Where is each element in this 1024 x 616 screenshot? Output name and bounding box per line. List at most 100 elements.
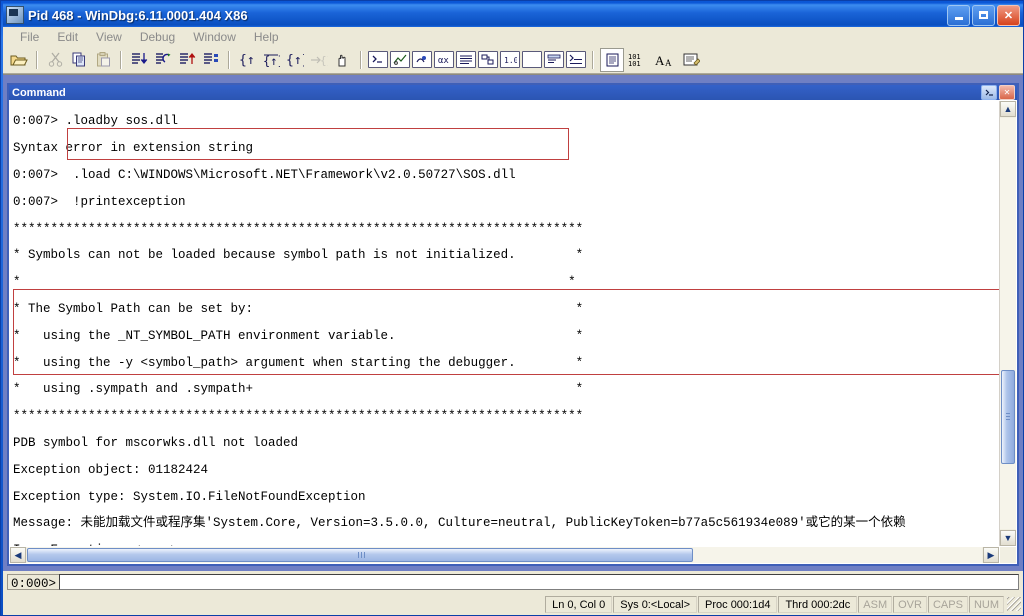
paste-icon[interactable]	[92, 49, 114, 71]
console-line: Message: 未能加载文件或程序集'System.Core, Version…	[13, 516, 906, 531]
go-unhandled-icon[interactable]: {↑}	[284, 49, 306, 71]
menu-item-file[interactable]: File	[11, 29, 48, 45]
console-vertical-scrollbar[interactable]: ▲ ▼	[999, 101, 1016, 546]
scroll-up-button[interactable]: ▲	[1000, 101, 1016, 117]
go-icon[interactable]: {↑}	[236, 49, 258, 71]
menu-label-file: File	[20, 29, 40, 44]
svg-text:{↑}: {↑}	[286, 53, 304, 67]
command-close-button[interactable]: ✕	[999, 85, 1015, 100]
status-asm-indicator: ASM	[858, 595, 893, 613]
status-system: Sys 0:<Local>	[613, 595, 698, 613]
svg-text:101: 101	[628, 60, 641, 68]
console-horizontal-scrollbar[interactable]: ◀ ▶	[10, 547, 999, 563]
status-position: Ln 0, Col 0	[545, 595, 613, 613]
svg-text:1.0: 1.0	[504, 56, 517, 65]
svg-text:αx: αx	[438, 56, 449, 65]
windbg-window: Pid 468 - WinDbg:6.11.0001.404 X86 ✕ Fil…	[0, 0, 1024, 616]
disassembly-icon[interactable]: 1.0	[500, 51, 520, 68]
console-line: Exception object: 01182424	[13, 462, 209, 477]
memory-window-icon[interactable]	[456, 51, 476, 68]
console-line: * using the -y <symbol_path> argument wh…	[13, 355, 584, 370]
call-stack-icon[interactable]	[478, 51, 498, 68]
vertical-scroll-track[interactable]	[1000, 118, 1016, 529]
restart-icon[interactable]: {}	[308, 49, 330, 71]
numbers-101-icon[interactable]: 101 101	[626, 49, 652, 71]
console-line: InnerException: <none>	[13, 543, 999, 546]
menu-label-debug: Debug	[139, 29, 176, 44]
command-prompt-bar: 0:000>	[3, 571, 1023, 593]
locals-window-icon[interactable]	[412, 51, 432, 68]
run-to-cursor-icon[interactable]	[200, 49, 222, 71]
console-line: 0:007> !printexception	[13, 194, 186, 209]
status-thread: Thrd 000:2dc	[778, 595, 858, 613]
scrollbar-corner	[1000, 547, 1016, 563]
prompt-label: 0:000>	[7, 574, 60, 591]
close-button[interactable]: ✕	[997, 4, 1020, 26]
command-window-caption[interactable]: Command ✕	[9, 85, 1017, 100]
scroll-left-button[interactable]: ◀	[10, 547, 26, 563]
menu-item-help[interactable]: Help	[245, 29, 288, 45]
toolbar-separator	[120, 50, 122, 69]
toolbar: {↑} {↑} {↑} {} αx	[3, 46, 1023, 74]
toolbar-separator	[36, 50, 38, 69]
open-folder-icon[interactable]	[8, 49, 30, 71]
command-window-controls: ✕	[981, 85, 1017, 100]
command-input[interactable]	[59, 574, 1019, 590]
console-line: * using .sympath and .sympath+ *	[13, 382, 584, 397]
console-line: * *	[13, 275, 576, 290]
menu-label-window: Window	[193, 29, 236, 44]
status-ovr-indicator: OVR	[893, 595, 927, 613]
source-mode-icon[interactable]	[600, 47, 624, 72]
svg-text:A: A	[655, 53, 665, 68]
menu-item-edit[interactable]: Edit	[48, 29, 87, 45]
console-line: Syntax error in extension string	[13, 141, 254, 156]
mdi-client-area: Command ✕ 0:007> .loadby sos.dll Syntax …	[3, 74, 1023, 571]
command-window-body: 0:007> .loadby sos.dll Syntax error in e…	[9, 100, 1017, 564]
copy-icon[interactable]	[68, 49, 90, 71]
break-hand-icon[interactable]	[332, 49, 354, 71]
resize-grip[interactable]	[1007, 597, 1021, 611]
processes-threads-icon[interactable]	[544, 51, 564, 68]
console-line: 0:007> .loadby sos.dll	[13, 114, 179, 129]
menu-item-view[interactable]: View	[87, 29, 131, 45]
scroll-right-button[interactable]: ▶	[983, 547, 999, 563]
command-window-icon[interactable]	[368, 51, 388, 68]
toolbar-separator	[228, 50, 230, 69]
scratch-pad-icon[interactable]	[522, 51, 542, 68]
maximize-button[interactable]	[972, 4, 995, 26]
console-line: PDB symbol for mscorwks.dll not loaded	[13, 435, 299, 450]
scroll-down-button[interactable]: ▼	[1000, 530, 1016, 546]
menu-item-window[interactable]: Window	[184, 29, 245, 45]
menu-label-edit: Edit	[57, 29, 79, 44]
console-line: 0:007> .load C:\WINDOWS\Microsoft.NET\Fr…	[13, 168, 516, 182]
title-bar: Pid 468 - WinDbg:6.11.0001.404 X86 ✕	[3, 3, 1023, 27]
console-line: * Symbols can not be loaded because symb…	[13, 248, 584, 263]
step-out-icon[interactable]	[176, 49, 198, 71]
step-over-icon[interactable]	[152, 49, 174, 71]
console-line: ****************************************…	[13, 221, 584, 236]
console-output[interactable]: 0:007> .loadby sos.dll Syntax error in e…	[11, 102, 999, 546]
command-browser-icon[interactable]	[566, 51, 586, 68]
menu-label-view: View	[96, 29, 122, 44]
step-into-icon[interactable]	[128, 49, 150, 71]
horizontal-scroll-thumb[interactable]	[27, 548, 693, 562]
windbg-icon	[6, 6, 24, 24]
toolbar-separator	[360, 50, 362, 69]
go-handled-icon[interactable]: {↑}	[260, 49, 282, 71]
svg-text:{}: {}	[320, 54, 328, 67]
status-caps-indicator: CAPS	[927, 595, 968, 613]
font-icon[interactable]: AA	[654, 49, 678, 71]
cut-icon[interactable]	[44, 49, 66, 71]
status-num-indicator: NUM	[968, 595, 1004, 613]
options-icon[interactable]	[680, 49, 702, 71]
minimize-button[interactable]	[947, 4, 970, 26]
svg-text:A: A	[665, 58, 672, 68]
console-line: Exception type: System.IO.FileNotFoundEx…	[13, 489, 366, 504]
menu-item-debug[interactable]: Debug	[131, 29, 184, 45]
window-title: Pid 468 - WinDbg:6.11.0001.404 X86	[28, 7, 248, 23]
console-line: * using the _NT_SYMBOL_PATH environment …	[13, 328, 584, 343]
watch-window-icon[interactable]	[390, 51, 410, 68]
command-restore-button[interactable]	[981, 85, 997, 100]
vertical-scroll-thumb[interactable]	[1001, 370, 1015, 464]
registers-window-icon[interactable]: αx	[434, 51, 454, 68]
